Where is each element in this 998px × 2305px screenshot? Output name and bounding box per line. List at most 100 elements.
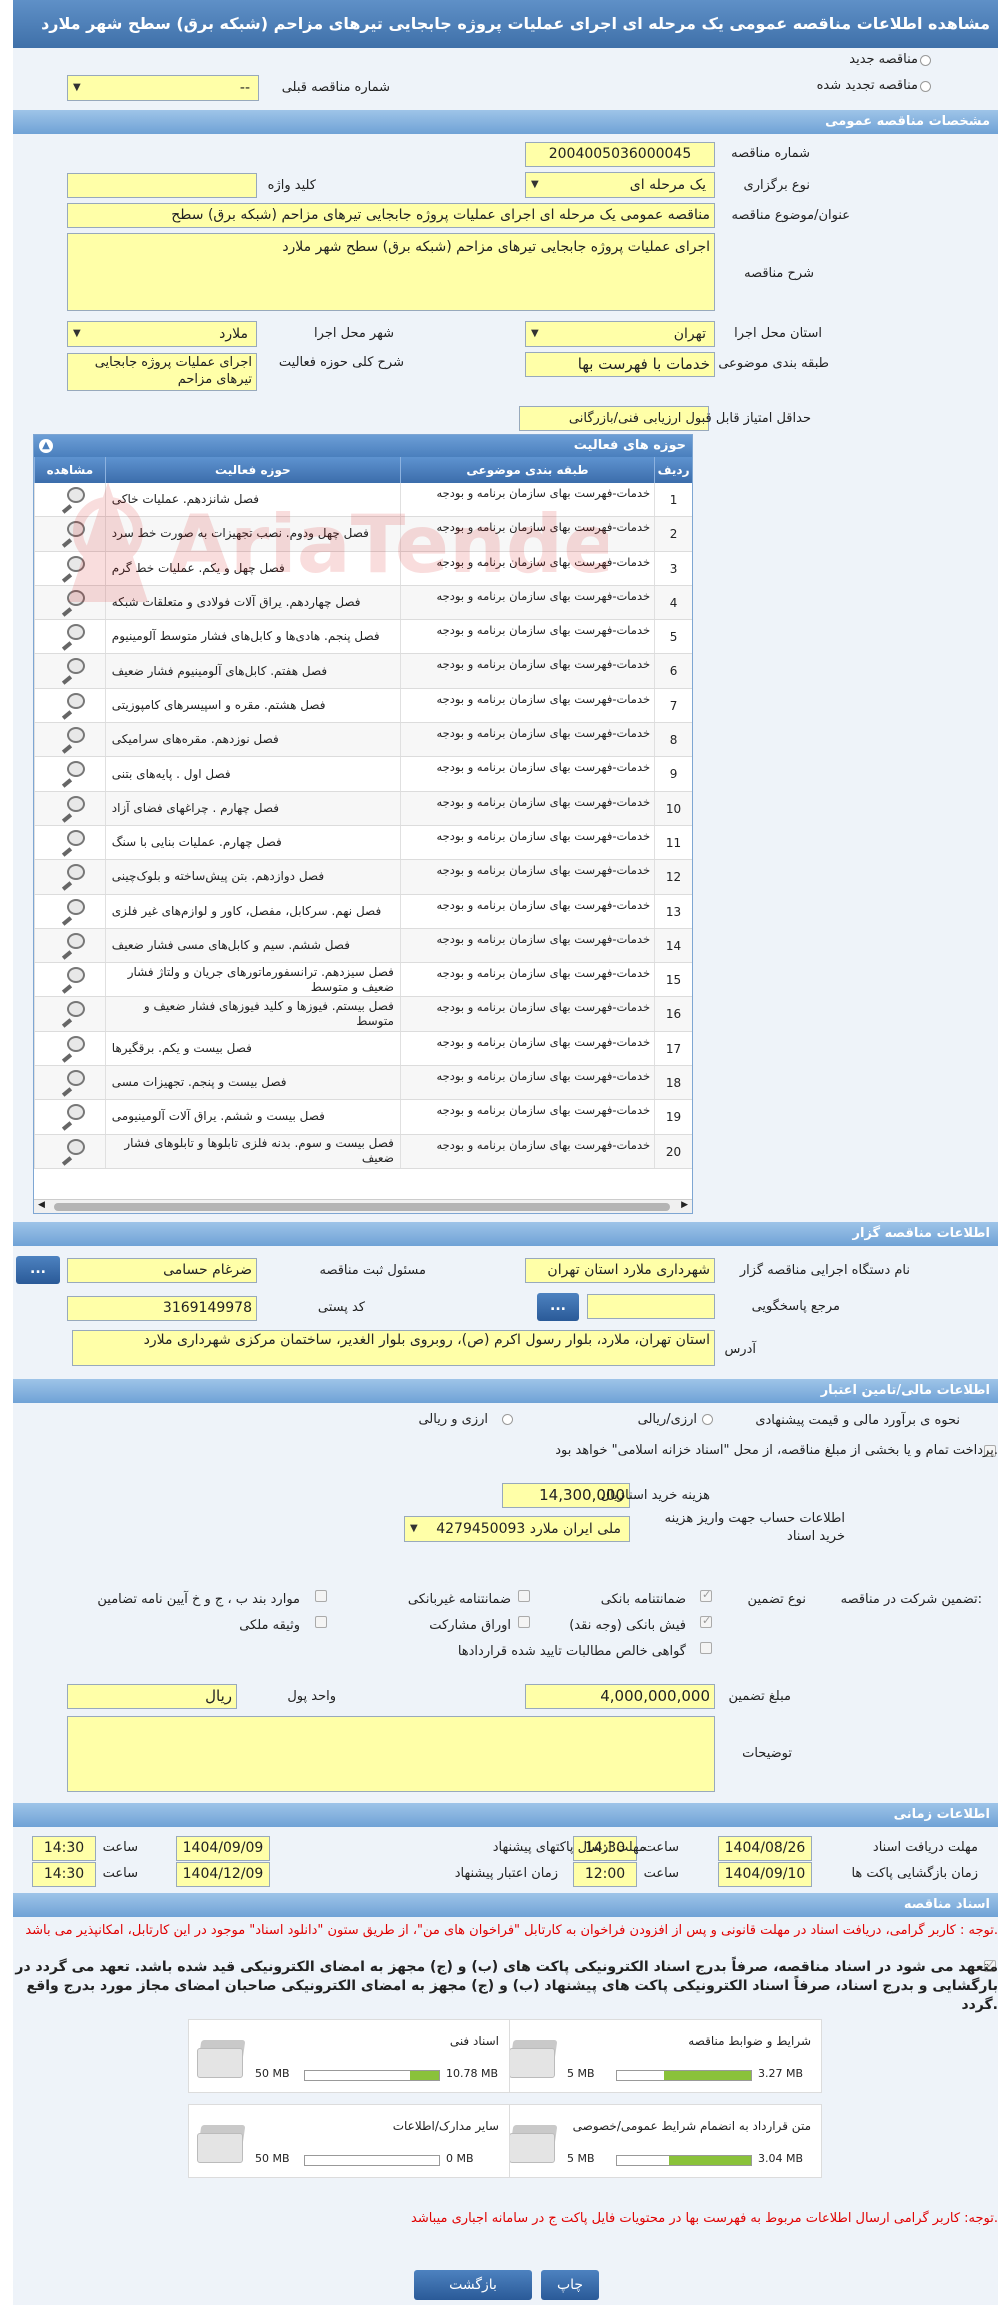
document-used-size: 3.04 MB xyxy=(758,2152,804,2165)
folder-icon[interactable] xyxy=(195,2117,247,2165)
row-category: خدمات-فهرست بهای سازمان برنامه و بودجه xyxy=(399,791,654,825)
row-view-cell xyxy=(34,928,105,963)
magnifier-icon[interactable] xyxy=(61,864,87,892)
general-section-header: مشخصات مناقصه عمومی xyxy=(13,110,998,134)
province-select[interactable]: ▼ تهران xyxy=(525,321,715,347)
currency-and-rial-radio[interactable] xyxy=(502,1414,513,1425)
print-button[interactable]: چاپ xyxy=(541,2270,599,2300)
participation-bonds-checkbox[interactable] xyxy=(518,1616,530,1628)
magnifier-icon[interactable] xyxy=(61,1104,87,1132)
row-number: 1 xyxy=(654,483,692,517)
rial-currency-radio[interactable] xyxy=(702,1414,713,1425)
magnifier-icon[interactable] xyxy=(61,555,87,583)
bank-receipt-label: فیش بانکی (وجه نقد) xyxy=(569,1618,686,1633)
activities-grid-title: حوزه های فعالیت ▲ xyxy=(34,435,692,457)
scroll-thumb[interactable] xyxy=(54,1203,670,1211)
bank-guarantee-checkbox[interactable] xyxy=(700,1588,712,1602)
chevron-down-icon: ▼ xyxy=(531,179,539,190)
nonbank-guarantee-checkbox[interactable] xyxy=(518,1590,530,1602)
magnifier-icon[interactable] xyxy=(61,932,87,960)
document-used-size: 0 MB xyxy=(446,2152,474,2165)
property-collateral-checkbox[interactable] xyxy=(315,1616,327,1628)
magnifier-icon[interactable] xyxy=(61,1070,87,1097)
participation-bonds-label: اوراق مشارکت xyxy=(429,1618,511,1633)
keyword-field[interactable] xyxy=(67,173,257,198)
renewed-tender-radio[interactable] xyxy=(920,81,931,92)
document-file-box[interactable]: شرایط و ضوابط مناقصه 3.27 MB 5 MB xyxy=(500,2019,822,2093)
table-row: 19 خدمات-فهرست بهای سازمان برنامه و بودجه… xyxy=(34,1100,692,1135)
subject-label: عنوان/موضوع مناقصه xyxy=(731,208,850,223)
magnifier-icon[interactable] xyxy=(61,624,87,651)
document-max-size: 5 MB xyxy=(567,2152,595,2165)
magnifier-icon[interactable] xyxy=(61,761,87,789)
magnifier-icon[interactable] xyxy=(61,589,87,617)
renewed-tender-label: مناقصه تجدید شده xyxy=(816,78,918,93)
reference-more-button[interactable]: ... xyxy=(537,1293,579,1321)
min-score-label: حداقل امتیاز قابل قبول ارزیابی فنی/بازرگ… xyxy=(568,411,811,426)
document-file-box[interactable]: اسناد فنی 10.78 MB 50 MB xyxy=(188,2019,510,2093)
document-size-bar xyxy=(304,2070,440,2081)
financial-section-header: اطلاعات مالی/تامین اعتبار xyxy=(13,1379,998,1403)
folder-icon[interactable] xyxy=(195,2032,247,2080)
opening-label: زمان بازگشایی پاکت ها xyxy=(851,1866,978,1881)
document-size-fill xyxy=(669,2156,751,2165)
document-file-box[interactable]: متن قرارداد به انضمام شرایط عمومی/خصوصی 3… xyxy=(500,2104,822,2178)
scroll-right-icon[interactable]: ▶ xyxy=(681,1200,688,1210)
city-select[interactable]: ▼ ملارد xyxy=(67,321,257,347)
holding-type-value: یک مرحله ای xyxy=(629,177,706,193)
table-row: 12 خدمات-فهرست بهای سازمان برنامه و بودجه… xyxy=(34,860,692,895)
row-activity-text: فصل چهاردهم. یراق آلات فولادی و متعلقات … xyxy=(111,595,361,610)
row-activity-text: فصل بیست و پنجم. تجهیزات مسی xyxy=(111,1075,287,1090)
table-row: 3 خدمات-فهرست بهای سازمان برنامه و بودجه ف… xyxy=(34,551,692,586)
responsible-more-button[interactable]: ... xyxy=(16,1256,60,1284)
new-tender-radio[interactable] xyxy=(920,55,931,66)
reference-field xyxy=(587,1294,715,1319)
magnifier-icon[interactable] xyxy=(61,795,87,823)
magnifier-icon[interactable] xyxy=(61,1035,87,1063)
guarantee-amount-field: 4,000,000,000 xyxy=(525,1684,715,1709)
col-row-number: ردیف xyxy=(654,457,692,483)
back-button[interactable]: بازگشت xyxy=(414,2270,532,2300)
regulation-label: موارد بند ب ، ج و خ آیین نامه تضامین xyxy=(97,1592,300,1607)
document-file-box[interactable]: سایر مدارک/اطلاعات 0 MB 50 MB xyxy=(188,2104,510,2178)
folder-icon[interactable] xyxy=(507,2117,559,2165)
row-activity: فصل چهارم . چراغهای فضای آزاد xyxy=(104,791,400,825)
table-row: 9 خدمات-فهرست بهای سازمان برنامه و بودجه ف… xyxy=(34,757,692,792)
row-category: خدمات-فهرست بهای سازمان برنامه و بودجه xyxy=(399,723,654,757)
doc-deadline-date: 1404/08/26 xyxy=(718,1836,812,1861)
magnifier-icon[interactable] xyxy=(61,658,87,686)
row-activity: فصل چهل و یکم. عملیات خط گرم xyxy=(104,551,400,585)
row-number: 2 xyxy=(654,517,692,551)
row-activity-text: فصل چهل ودوم. نصب تجهیزات به صورت خط سرد xyxy=(111,526,369,541)
magnifier-icon[interactable] xyxy=(61,1138,87,1166)
magnifier-icon[interactable] xyxy=(61,727,87,754)
collapse-icon[interactable]: ▲ xyxy=(39,439,53,453)
magnifier-icon[interactable] xyxy=(61,487,87,514)
horizontal-scrollbar[interactable]: ◀ ▶ xyxy=(34,1199,692,1213)
magnifier-icon[interactable] xyxy=(61,521,87,549)
account-select[interactable]: ▼ ملی ایران ملارد 4279450093 xyxy=(404,1516,630,1542)
regulation-checkbox[interactable] xyxy=(315,1590,327,1602)
prev-tender-select[interactable]: ▼ -- xyxy=(67,75,259,101)
scope-field: اجرای عملیات پروژه جابجایی تیرهای مزاحم xyxy=(67,353,257,391)
responsible-label: مسئول ثبت مناقصه xyxy=(319,1263,426,1278)
rial-currency-label: ارزی/ریالی xyxy=(637,1412,697,1427)
magnifier-icon[interactable] xyxy=(61,692,87,720)
magnifier-icon[interactable] xyxy=(61,1001,87,1029)
row-number: 11 xyxy=(654,825,692,860)
nonbank-guarantee-label: ضمانتنامه غیربانکی xyxy=(407,1592,511,1607)
organization-field: شهرداری ملارد استان تهران xyxy=(525,1258,715,1283)
magnifier-icon[interactable] xyxy=(61,829,87,857)
magnifier-icon[interactable] xyxy=(61,898,87,926)
document-max-size: 50 MB xyxy=(255,2067,290,2080)
document-used-size: 10.78 MB xyxy=(446,2067,499,2080)
folder-icon[interactable] xyxy=(507,2032,559,2080)
scroll-left-icon[interactable]: ◀ xyxy=(38,1200,45,1210)
holding-type-select[interactable]: ▼ یک مرحله ای xyxy=(525,172,715,198)
row-category: خدمات-فهرست بهای سازمان برنامه و بودجه xyxy=(399,825,654,860)
bank-receipt-checkbox[interactable] xyxy=(700,1614,712,1628)
row-activity: فصل چهاردهم. یراق آلات فولادی و متعلقات … xyxy=(104,585,400,620)
claims-certificate-checkbox[interactable] xyxy=(700,1642,712,1654)
magnifier-icon[interactable] xyxy=(61,967,87,994)
row-view-cell xyxy=(34,1134,105,1168)
